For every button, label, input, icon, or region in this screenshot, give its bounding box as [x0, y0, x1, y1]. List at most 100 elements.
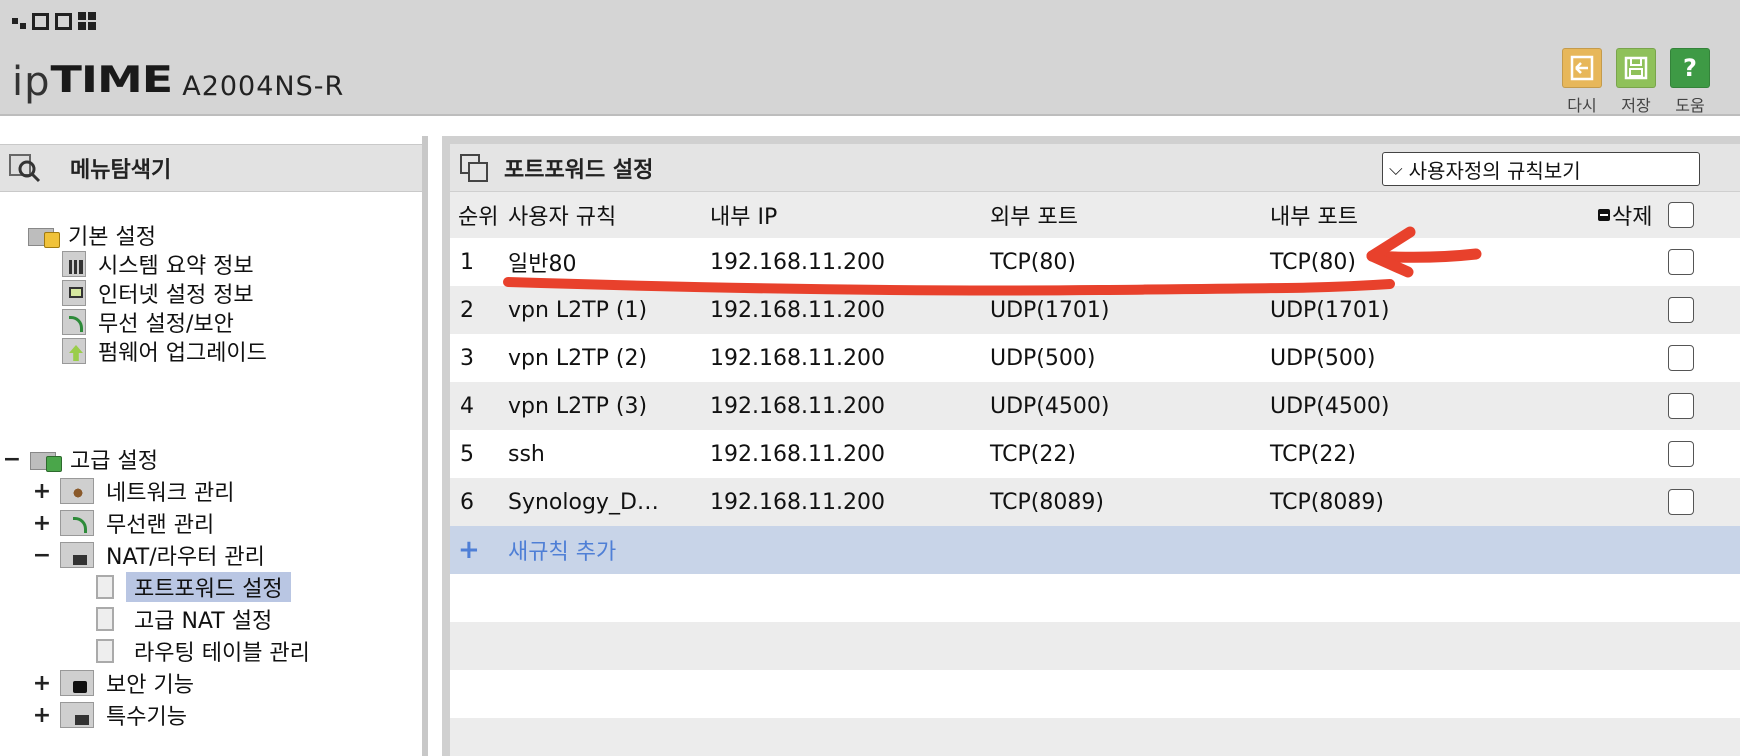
cell-rule: vpn L2TP (3): [508, 393, 648, 419]
tree-label-selected: 포트포워드 설정: [126, 572, 291, 602]
expand-icon[interactable]: +: [32, 479, 52, 504]
undo-button[interactable]: 다시: [1560, 48, 1604, 116]
tree-label: 보안 기능: [106, 673, 194, 698]
page-icon: [96, 607, 114, 631]
help-icon: ?: [1670, 48, 1710, 88]
select-all-checkbox[interactable]: [1668, 202, 1694, 228]
sidebar-item-port-forward[interactable]: 포트포워드 설정: [96, 572, 291, 602]
save-button[interactable]: 저장: [1614, 48, 1658, 116]
tree-label: 무선랜 관리: [106, 513, 215, 538]
tree-label: 무선 설정/보안: [98, 312, 234, 337]
table-row[interactable]: 1 일반80 192.168.11.200 TCP(80) TCP(80): [450, 238, 1740, 286]
menu-explorer-title: 메뉴탐색기: [70, 158, 172, 183]
tree-label: 고급 NAT 설정: [134, 609, 273, 634]
tree-label: 펌웨어 업그레이드: [98, 341, 267, 366]
row-delete-checkbox[interactable]: [1668, 345, 1694, 371]
cell-rule: 일반80: [508, 252, 577, 277]
page-icon: [96, 639, 114, 663]
menu-explorer-header: 메뉴탐색기: [0, 144, 422, 192]
sidebar-item-internet-info[interactable]: 인터넷 설정 정보: [62, 278, 254, 308]
empty-row: [450, 718, 1740, 756]
cell-external-port: UDP(4500): [990, 393, 1110, 419]
table-header: 순위 사용자 규칙 내부 IP 외부 포트 내부 포트 삭제: [450, 192, 1740, 238]
sidebar-item-firmware-upgrade[interactable]: 펌웨어 업그레이드: [62, 336, 267, 366]
minus-icon: [1598, 209, 1610, 221]
cell-rule: ssh: [508, 441, 545, 467]
row-delete-checkbox[interactable]: [1668, 249, 1694, 275]
cell-index: 6: [460, 489, 474, 515]
cell-index: 4: [460, 393, 474, 419]
cell-internal-ip: 192.168.11.200: [710, 441, 885, 467]
cell-internal-ip: 192.168.11.200: [710, 489, 885, 515]
cell-rule: Synology_D…: [508, 489, 659, 515]
sidebar-item-special[interactable]: + 특수기능: [32, 700, 187, 730]
brand-time: TIME: [50, 57, 174, 101]
undo-icon: [1562, 48, 1602, 88]
save-icon: [1616, 48, 1656, 88]
undo-label: 다시: [1567, 96, 1597, 115]
table-row[interactable]: 5 ssh 192.168.11.200 TCP(22) TCP(22): [450, 430, 1740, 478]
add-rule-label: 새규칙 추가: [508, 540, 617, 565]
lock-icon: [60, 670, 94, 696]
expand-icon[interactable]: +: [32, 511, 52, 536]
sidebar-item-wireless-security[interactable]: 무선 설정/보안: [62, 307, 234, 337]
rule-view-select[interactable]: ⌵ 사용자정의 규칙보기: [1382, 152, 1700, 186]
brand-logo: ip TIME A2004NS-R: [12, 52, 344, 106]
save-label: 저장: [1621, 96, 1651, 115]
expand-icon[interactable]: +: [32, 703, 52, 728]
empty-row: [450, 622, 1740, 670]
cell-internal-ip: 192.168.11.200: [710, 345, 885, 371]
tree-label: 시스템 요약 정보: [98, 254, 254, 279]
chevron-down-icon: ⌵: [1389, 158, 1403, 180]
tree-label: 기본 설정: [68, 225, 156, 250]
row-delete-checkbox[interactable]: [1668, 393, 1694, 419]
model-name: A2004NS-R: [182, 71, 345, 102]
table-row[interactable]: 6 Synology_D… 192.168.11.200 TCP(8089) T…: [450, 478, 1740, 526]
collapse-icon[interactable]: −: [32, 543, 52, 568]
window-icon: [460, 153, 488, 182]
chart-icon: [62, 251, 86, 277]
monitor-icon: [62, 280, 86, 306]
sidebar-item-security[interactable]: + 보안 기능: [32, 668, 194, 698]
collapse-icon[interactable]: −: [2, 447, 22, 472]
tools-icon: [60, 702, 94, 728]
expand-icon[interactable]: +: [32, 671, 52, 696]
row-delete-checkbox[interactable]: [1668, 297, 1694, 323]
tree-advanced-settings[interactable]: − 고급 설정: [2, 444, 158, 475]
router-icon: [60, 542, 94, 568]
sidebar-item-routing-table[interactable]: 라우팅 테이블 관리: [96, 636, 318, 666]
table-row[interactable]: 4 vpn L2TP (3) 192.168.11.200 UDP(4500) …: [450, 382, 1740, 430]
tree-basic-settings[interactable]: 기본 설정: [28, 220, 156, 250]
col-delete: 삭제: [1598, 192, 1652, 238]
sidebar-item-advanced-nat[interactable]: 고급 NAT 설정: [96, 604, 280, 634]
app-header: ip TIME A2004NS-R 다시 저장 ? 도움: [0, 0, 1740, 116]
network-icon: [60, 478, 94, 504]
tree-label: 네트워크 관리: [106, 481, 235, 506]
col-internal-port: 내부 포트: [1270, 205, 1358, 230]
rule-view-value: 사용자정의 규칙보기: [1408, 158, 1581, 183]
cell-external-port: TCP(22): [990, 441, 1076, 467]
sidebar-divider[interactable]: [422, 136, 428, 756]
table-row[interactable]: 2 vpn L2TP (1) 192.168.11.200 UDP(1701) …: [450, 286, 1740, 334]
plus-icon: +: [458, 535, 480, 565]
help-button[interactable]: ? 도움: [1668, 48, 1712, 116]
col-delete-label: 삭제: [1612, 205, 1653, 230]
cell-internal-ip: 192.168.11.200: [710, 297, 885, 323]
tree-label: 특수기능: [106, 705, 187, 730]
add-rule-row[interactable]: + 새규칙 추가: [450, 526, 1740, 574]
port-forward-panel: 포트포워드 설정 ⌵ 사용자정의 규칙보기 순위 사용자 규칙 내부 IP 외부…: [450, 144, 1740, 756]
cell-internal-port: UDP(500): [1270, 345, 1376, 371]
table-row[interactable]: 3 vpn L2TP (2) 192.168.11.200 UDP(500) U…: [450, 334, 1740, 382]
row-delete-checkbox[interactable]: [1668, 441, 1694, 467]
tree-label: 인터넷 설정 정보: [98, 283, 254, 308]
col-rule: 사용자 규칙: [508, 205, 617, 230]
tree-label: NAT/라우터 관리: [106, 545, 265, 570]
sidebar-item-system-summary[interactable]: 시스템 요약 정보: [62, 249, 254, 279]
menu-explorer: 메뉴탐색기 기본 설정 시스템 요약 정보 인터넷 설정 정보 무선 설정/보안…: [0, 136, 428, 756]
sidebar-item-network[interactable]: + 네트워크 관리: [32, 476, 234, 506]
sidebar-item-nat-router[interactable]: − NAT/라우터 관리: [32, 540, 265, 570]
sidebar-item-wlan[interactable]: + 무선랜 관리: [32, 508, 214, 538]
cell-internal-ip: 192.168.11.200: [710, 393, 885, 419]
cell-external-port: TCP(8089): [990, 489, 1104, 515]
row-delete-checkbox[interactable]: [1668, 489, 1694, 515]
